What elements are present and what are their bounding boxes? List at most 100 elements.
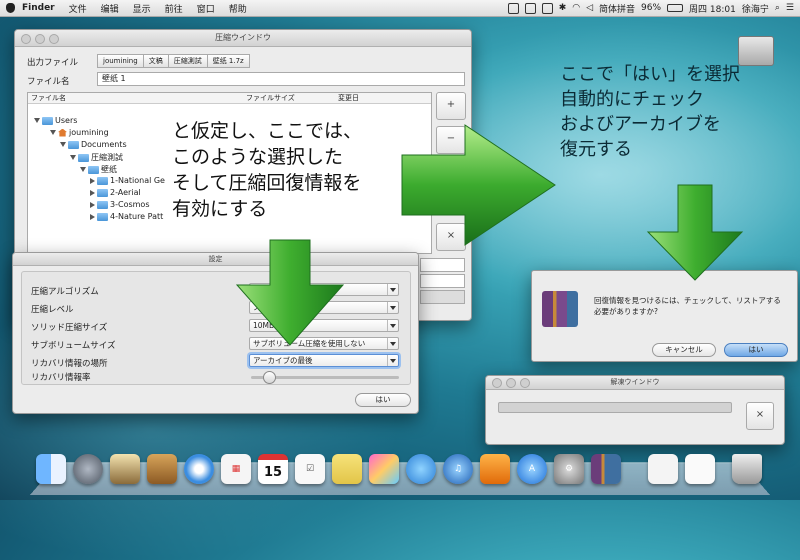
dialog-message: 回復情報を見つけるには、チェックして、リストアする必要がありますか? xyxy=(594,296,781,316)
disclosure-triangle-icon[interactable] xyxy=(90,201,95,208)
disclosure-triangle-icon[interactable] xyxy=(80,167,86,172)
tree-row[interactable]: 2-Aerial xyxy=(90,188,141,197)
column-header-date[interactable]: 変更日 xyxy=(338,93,359,103)
settings-window-titlebar[interactable]: 設定 xyxy=(13,253,418,266)
column-header-filename[interactable]: ファイル名 xyxy=(31,93,66,103)
folder-icon xyxy=(88,165,99,174)
finder-icon[interactable] xyxy=(36,454,66,484)
filename-field[interactable]: 壁纸 1 xyxy=(97,72,465,86)
documents-icon[interactable] xyxy=(648,454,678,484)
menu-clock[interactable]: 周四 18:01 xyxy=(689,2,736,15)
add-file-button[interactable]: + xyxy=(436,92,466,120)
app-store-icon[interactable]: A xyxy=(517,454,547,484)
ibooks-icon[interactable] xyxy=(480,454,510,484)
spotlight-icon[interactable]: ⌕ xyxy=(775,3,780,13)
itunes-icon[interactable]: ♫ xyxy=(443,454,473,484)
chevron-down-icon xyxy=(387,302,398,313)
slider-knob[interactable] xyxy=(263,371,276,384)
safari-icon[interactable] xyxy=(184,454,214,484)
tree-row[interactable]: 壁纸 xyxy=(80,164,117,175)
compress-window-titlebar[interactable]: 圧縮ウインドウ xyxy=(15,30,471,47)
menu-item-view[interactable]: 显示 xyxy=(126,2,158,15)
messages-icon[interactable] xyxy=(406,454,436,484)
subvolume-select[interactable]: サブボリューム圧縮を使用しない xyxy=(249,337,399,350)
extract-cancel-button[interactable]: × xyxy=(746,402,774,430)
archiver-icon[interactable] xyxy=(591,454,621,484)
display-icon[interactable] xyxy=(524,2,536,14)
battery-percent[interactable]: 96% xyxy=(641,3,661,13)
dialog-cancel-button[interactable]: キャンセル xyxy=(652,343,716,357)
disclosure-triangle-icon[interactable] xyxy=(90,189,95,196)
tree-row[interactable]: Documents xyxy=(60,140,127,149)
battery-icon[interactable] xyxy=(667,4,684,12)
launchpad-icon[interactable] xyxy=(73,454,103,484)
column-header-size[interactable]: ファイルサイズ xyxy=(246,93,295,103)
minimize-button[interactable] xyxy=(35,34,45,44)
menu-item-help[interactable]: 帮助 xyxy=(222,2,254,15)
level-select[interactable]: ノーマル xyxy=(249,301,399,314)
photos-icon[interactable] xyxy=(369,454,399,484)
close-button[interactable] xyxy=(492,378,502,388)
select-value: ノーマル xyxy=(253,303,283,312)
close-button[interactable] xyxy=(21,34,31,44)
remove-file-button[interactable]: − xyxy=(436,126,466,154)
settings-yes-button[interactable]: はい xyxy=(355,393,411,407)
status-app-icon[interactable] xyxy=(507,2,519,14)
extract-window-titlebar[interactable]: 解凍ウインドウ xyxy=(486,376,784,390)
wifi-icon[interactable]: ◠ xyxy=(572,3,580,13)
tree-row[interactable]: joumining xyxy=(50,128,109,137)
menu-item-file[interactable]: 文件 xyxy=(62,2,94,15)
menu-app-name[interactable]: Finder xyxy=(15,3,62,13)
disclosure-triangle-icon[interactable] xyxy=(34,118,40,123)
tree-row[interactable]: 圧縮測試 xyxy=(70,152,123,163)
apps-icon[interactable]: ▦ xyxy=(221,454,251,484)
input-method[interactable]: 简体拼音 xyxy=(599,2,635,15)
calendar-icon[interactable]: 15 xyxy=(258,454,288,484)
option-field[interactable] xyxy=(420,258,465,272)
notification-center-icon[interactable]: ☰ xyxy=(786,3,794,13)
zoom-button[interactable] xyxy=(520,378,530,388)
disclosure-triangle-icon[interactable] xyxy=(90,213,95,220)
breadcrumb-item[interactable]: 文稿 xyxy=(142,54,169,68)
bluetooth-icon[interactable]: ✱ xyxy=(559,3,567,13)
breadcrumb-item[interactable]: 壁纸 1.7z xyxy=(206,54,250,68)
recovery-location-select[interactable]: アーカイブの最後 xyxy=(249,354,399,367)
breadcrumb[interactable]: joumining 文稿 圧縮測試 壁纸 1.7z xyxy=(97,54,250,68)
tree-row[interactable]: 1-National Ge xyxy=(90,176,165,185)
folder-icon[interactable] xyxy=(685,454,715,484)
disclosure-triangle-icon[interactable] xyxy=(50,130,56,135)
tree-row[interactable]: 3-Cosmos xyxy=(90,200,149,209)
algorithm-select[interactable]: LZMA xyxy=(249,283,399,296)
dialog-yes-button[interactable]: はい xyxy=(724,343,788,357)
tree-row[interactable]: 4-Nature Patt xyxy=(90,212,163,221)
chevron-down-icon xyxy=(387,355,398,366)
breadcrumb-item[interactable]: joumining xyxy=(97,54,144,68)
system-preferences-icon[interactable]: ⚙ xyxy=(554,454,584,484)
disclosure-triangle-icon[interactable] xyxy=(90,177,95,184)
tree-row[interactable]: Users xyxy=(34,116,77,125)
option-field[interactable] xyxy=(420,274,465,288)
contacts-icon[interactable] xyxy=(147,454,177,484)
zoom-button[interactable] xyxy=(49,34,59,44)
menu-item-edit[interactable]: 编辑 xyxy=(94,2,126,15)
trash-icon[interactable] xyxy=(732,454,762,484)
menu-user[interactable]: 徐海宁 xyxy=(742,2,769,15)
setting-label: サブボリュームサイズ xyxy=(31,341,116,351)
hard-drive-icon[interactable] xyxy=(738,36,774,66)
disclosure-triangle-icon[interactable] xyxy=(60,142,66,147)
preview-icon[interactable] xyxy=(110,454,140,484)
menu-item-window[interactable]: 窗口 xyxy=(190,2,222,15)
apple-menu-icon[interactable] xyxy=(6,3,15,13)
disclosure-triangle-icon[interactable] xyxy=(70,155,76,160)
solid-size-select[interactable]: 10MB xyxy=(249,319,399,332)
clear-list-button[interactable]: × xyxy=(436,223,466,251)
select-value: LZMA xyxy=(253,285,274,294)
breadcrumb-item[interactable]: 圧縮測試 xyxy=(167,54,208,68)
menu-item-go[interactable]: 前往 xyxy=(158,2,190,15)
minimize-button[interactable] xyxy=(506,378,516,388)
volume-icon[interactable]: ◁ xyxy=(586,3,593,13)
notes-icon[interactable] xyxy=(332,454,362,484)
setting-label: 圧縮アルゴリズム xyxy=(31,287,99,297)
reminders-icon[interactable]: ☑ xyxy=(295,454,325,484)
clock-status-icon[interactable] xyxy=(541,2,553,14)
